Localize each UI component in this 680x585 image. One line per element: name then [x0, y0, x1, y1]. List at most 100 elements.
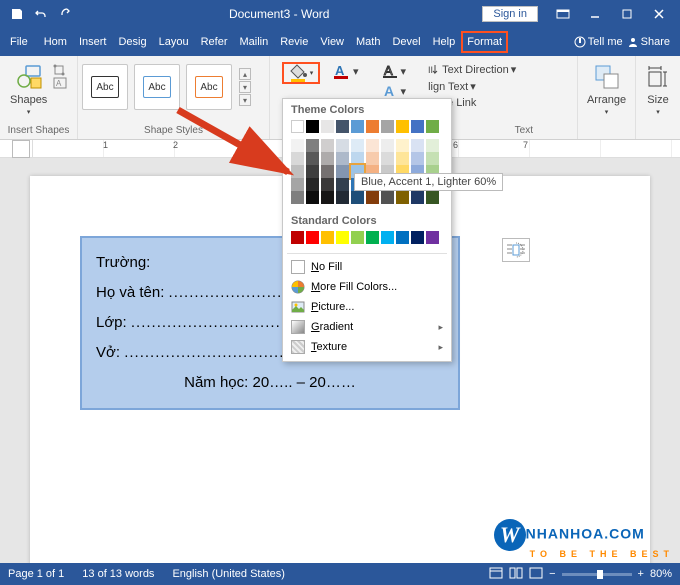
color-swatch[interactable]: [426, 231, 439, 244]
view-read-icon[interactable]: [509, 567, 523, 582]
tab-home[interactable]: Hom: [38, 28, 73, 56]
tab-developer[interactable]: Devel: [386, 28, 426, 56]
color-swatch[interactable]: [336, 139, 349, 152]
word-count[interactable]: 13 of 13 words: [82, 568, 154, 580]
color-swatch[interactable]: [291, 191, 304, 204]
redo-icon[interactable]: [54, 3, 76, 25]
tab-file[interactable]: File: [0, 28, 38, 56]
color-swatch[interactable]: [351, 139, 364, 152]
tell-me[interactable]: Tell me: [574, 36, 623, 48]
tab-design[interactable]: Desig: [112, 28, 152, 56]
shapes-button[interactable]: Shapes▾: [4, 58, 53, 120]
color-swatch[interactable]: [366, 152, 379, 165]
color-swatch[interactable]: [381, 152, 394, 165]
color-swatch[interactable]: [426, 139, 439, 152]
color-swatch[interactable]: [381, 191, 394, 204]
color-swatch[interactable]: [396, 191, 409, 204]
gallery-down-icon[interactable]: ▾: [239, 81, 251, 93]
ribbon-options-icon[interactable]: [548, 3, 578, 25]
tab-review[interactable]: Revie: [274, 28, 314, 56]
gradient-fill-option[interactable]: Gradient▸: [283, 317, 451, 337]
size-button[interactable]: Size▾: [640, 58, 676, 120]
no-fill-option[interactable]: No Fill: [283, 257, 451, 277]
color-swatch[interactable]: [366, 120, 379, 133]
color-swatch[interactable]: [336, 231, 349, 244]
color-swatch[interactable]: [336, 165, 349, 178]
zoom-out-icon[interactable]: −: [549, 568, 555, 580]
maximize-icon[interactable]: [612, 3, 642, 25]
color-swatch[interactable]: [411, 139, 424, 152]
tab-help[interactable]: Help: [427, 28, 462, 56]
view-print-icon[interactable]: [489, 567, 503, 582]
color-swatch[interactable]: [321, 191, 334, 204]
gallery-up-icon[interactable]: ▴: [239, 68, 251, 80]
color-swatch[interactable]: [396, 152, 409, 165]
text-direction-button[interactable]: IIText Direction▾: [425, 62, 519, 77]
tab-layout[interactable]: Layou: [153, 28, 195, 56]
color-swatch[interactable]: [366, 191, 379, 204]
language-indicator[interactable]: English (United States): [172, 568, 285, 580]
arrange-button[interactable]: Arrange▾: [582, 58, 631, 120]
color-swatch[interactable]: [351, 120, 364, 133]
color-swatch[interactable]: [321, 178, 334, 191]
tab-view[interactable]: View: [314, 28, 350, 56]
zoom-slider[interactable]: [562, 573, 632, 576]
color-swatch[interactable]: [411, 191, 424, 204]
color-swatch[interactable]: [306, 191, 319, 204]
page-indicator[interactable]: Page 1 of 1: [8, 568, 64, 580]
color-swatch[interactable]: [351, 191, 364, 204]
shape-style-3[interactable]: Abc: [186, 64, 232, 110]
tab-insert[interactable]: Insert: [73, 28, 113, 56]
save-icon[interactable]: [6, 3, 28, 25]
tab-references[interactable]: Refer: [195, 28, 234, 56]
color-swatch[interactable]: [306, 165, 319, 178]
zoom-value[interactable]: 80%: [650, 568, 672, 580]
more-fill-colors-option[interactable]: More Fill Colors...: [283, 277, 451, 297]
text-outline-button[interactable]: A▾: [380, 62, 410, 80]
color-swatch[interactable]: [381, 120, 394, 133]
color-swatch[interactable]: [411, 120, 424, 133]
textbox-icon[interactable]: A: [53, 77, 67, 89]
color-swatch[interactable]: [306, 231, 319, 244]
color-swatch[interactable]: [306, 139, 319, 152]
color-swatch[interactable]: [321, 165, 334, 178]
color-swatch[interactable]: [366, 139, 379, 152]
color-swatch[interactable]: [321, 139, 334, 152]
sign-in-button[interactable]: Sign in: [482, 6, 538, 22]
color-swatch[interactable]: [321, 231, 334, 244]
color-swatch[interactable]: [426, 191, 439, 204]
color-swatch[interactable]: [336, 120, 349, 133]
color-swatch[interactable]: [291, 231, 304, 244]
color-swatch[interactable]: [351, 152, 364, 165]
tab-math[interactable]: Math: [350, 28, 386, 56]
color-swatch[interactable]: [336, 178, 349, 191]
color-swatch[interactable]: [306, 152, 319, 165]
color-swatch[interactable]: [366, 231, 379, 244]
shape-style-1[interactable]: Abc: [82, 64, 128, 110]
color-swatch[interactable]: [306, 178, 319, 191]
view-web-icon[interactable]: [529, 567, 543, 582]
edit-shape-icon[interactable]: [53, 64, 67, 76]
shape-fill-button[interactable]: ▾: [282, 62, 320, 84]
color-swatch[interactable]: [306, 120, 319, 133]
color-swatch[interactable]: [426, 120, 439, 133]
text-fill-button[interactable]: A▾: [330, 62, 362, 80]
align-text-button[interactable]: lign Text▾: [425, 79, 519, 94]
ruler-corner[interactable]: [12, 140, 30, 158]
zoom-in-icon[interactable]: +: [638, 568, 644, 580]
tab-mailings[interactable]: Mailin: [234, 28, 275, 56]
color-swatch[interactable]: [396, 139, 409, 152]
color-swatch[interactable]: [396, 120, 409, 133]
texture-fill-option[interactable]: Texture▸: [283, 337, 451, 357]
color-swatch[interactable]: [321, 120, 334, 133]
color-swatch[interactable]: [336, 152, 349, 165]
color-swatch[interactable]: [351, 231, 364, 244]
color-swatch[interactable]: [426, 152, 439, 165]
shape-style-2[interactable]: Abc: [134, 64, 180, 110]
color-swatch[interactable]: [321, 152, 334, 165]
gallery-more-icon[interactable]: ▾: [239, 94, 251, 106]
layout-options-icon[interactable]: [502, 238, 530, 262]
color-swatch[interactable]: [381, 231, 394, 244]
color-swatch[interactable]: [381, 139, 394, 152]
color-swatch[interactable]: [411, 231, 424, 244]
